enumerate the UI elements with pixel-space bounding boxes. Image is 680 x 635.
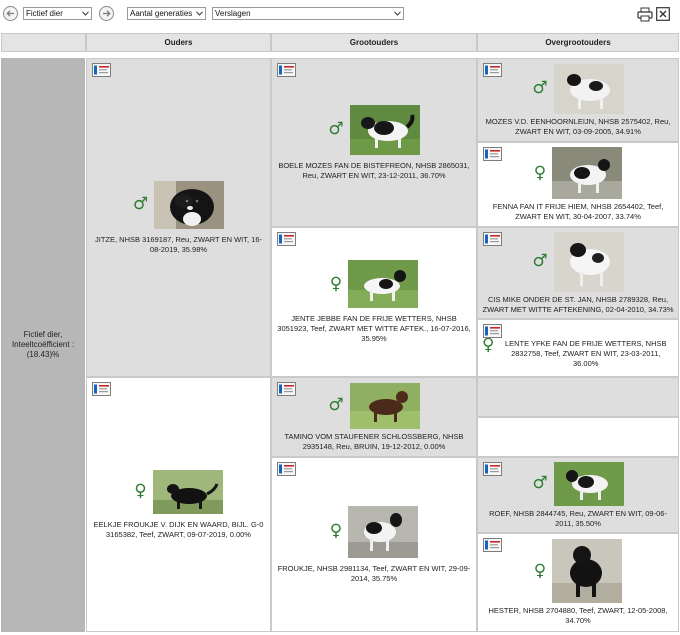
grandparent-caption: FROUKJE, NHSB 2981134, Teef, ZWART EN WI… (277, 563, 471, 583)
greatgrandparent-cell-empty (477, 417, 679, 457)
print-button[interactable] (637, 7, 653, 24)
reports-select[interactable]: Verslagen (212, 7, 404, 20)
dog-photo[interactable] (349, 382, 420, 429)
pedigree-card-icon[interactable] (483, 324, 502, 338)
grandparent-caption: JENTE JEBBE FAN DE FRIJE WETTERS, NHSB 3… (277, 314, 471, 343)
dog-photo[interactable] (552, 147, 623, 199)
male-icon: ♂ (532, 473, 548, 493)
header-grandparents: Grootouders (271, 33, 477, 52)
arrow-left-icon (6, 10, 14, 17)
grandparent-cell: ♀ JENTE JEBBE FAN DE FRIJE WETTERS, NHSB… (271, 227, 477, 377)
header-greatgrandparents: Overgrootouders (477, 33, 679, 52)
greatgrandparent-caption: CIS MIKE ONDER DE ST. JAN, NHSB 2789328,… (482, 294, 674, 314)
back-arrow-button[interactable] (3, 6, 18, 21)
male-icon: ♂ (328, 395, 344, 415)
female-icon: ♀ (329, 521, 343, 541)
dog-photo[interactable] (152, 469, 223, 514)
greatgrandparent-cell: ♂ MOZES V.D. EENHOORNLEIJN, NHSB 2575402… (477, 58, 679, 142)
grandparent-cell: ♀ FROUKJE, NHSB 2981134, Teef, ZWART EN … (271, 457, 477, 632)
subject-cell: Fictief dier, Inteeltcoëfficient : (18.4… (1, 58, 85, 632)
greatgrandparent-cell-empty (477, 377, 679, 417)
header-parents: Ouders (86, 33, 271, 52)
toolbar: Fictief dier Aantal generaties Verslagen (0, 0, 680, 28)
dog-photo[interactable] (553, 63, 624, 114)
grandparent-caption: TAMINO VOM STAUFENER SCHLOSSBERG, NHSB 2… (284, 431, 464, 451)
greatgrandparent-cell: ♂ CIS MIKE ONDER DE ST. JAN, NHSB 278932… (477, 227, 679, 319)
female-icon: ♀ (533, 560, 547, 581)
reports-select-value: Verslagen (215, 9, 251, 18)
forward-arrow-button[interactable] (99, 6, 114, 21)
subject-select[interactable]: Fictief dier (23, 7, 92, 20)
pedigree-card-icon[interactable] (483, 63, 502, 77)
female-icon: ♀ (533, 162, 547, 183)
greatgrandparent-cell: ♀ FENNA FAN IT FRIJE HIEM, NHSB 2654402,… (477, 142, 679, 227)
male-icon: ♂ (328, 119, 344, 139)
printer-icon (637, 7, 653, 22)
greatgrandparent-caption: FENNA FAN IT FRIJE HIEM, NHSB 2654402, T… (492, 202, 664, 221)
generations-select-value: Aantal generaties (130, 9, 193, 18)
dog-photo[interactable] (348, 505, 419, 558)
grandparent-cell: ♂ BOELE MOZES FAN DE BISTEFREON, NHSB 28… (271, 58, 477, 227)
parent-caption: EELKJE FROUKJE V. DIJK EN WAARD, BIJL. G… (93, 519, 264, 539)
pedigree-card-icon[interactable] (483, 147, 502, 161)
arrow-right-icon (103, 10, 111, 17)
greatgrandparent-caption: ROEF, NHSB 2844745, Reu, ZWART EN WIT, 0… (489, 508, 667, 528)
parent-caption: JITZE, NHSB 3169187, Reu, ZWART EN WIT, … (95, 234, 262, 254)
grandparent-caption: BOELE MOZES FAN DE BISTEFREON, NHSB 2865… (278, 160, 470, 180)
pedigree-card-icon[interactable] (483, 232, 502, 246)
greatgrandparent-cell: ♂ ROEF, NHSB 2844745, Reu, ZWART EN WIT,… (477, 457, 679, 533)
greatgrandparent-caption: LENTE YFKE FAN DE FRIJE WETTERS, NHSB 28… (504, 339, 667, 368)
greatgrandparent-caption: MOZES V.D. EENHOORNLEIJN, NHSB 2575402, … (485, 116, 671, 136)
chevron-down-icon (81, 8, 90, 19)
pedigree-card-icon[interactable] (483, 538, 502, 552)
header-empty (1, 33, 86, 52)
pedigree-card-icon[interactable] (92, 63, 111, 77)
dog-photo[interactable] (154, 180, 225, 229)
female-icon: ♀ (134, 481, 147, 501)
chevron-down-icon (393, 8, 402, 19)
chevron-down-icon (195, 8, 204, 19)
pedigree-card-icon[interactable] (277, 63, 296, 77)
dog-photo[interactable] (348, 260, 419, 308)
dog-photo[interactable] (553, 231, 624, 292)
female-icon: ♀ (329, 273, 343, 294)
subject-select-value: Fictief dier (26, 9, 63, 18)
pedigree-card-icon[interactable] (277, 232, 296, 246)
subject-label: Fictief dier, Inteeltcoëfficient : (18.4… (11, 330, 75, 359)
parent-cell-father: ♂ JITZE, NHSB 3169187, Reu, ZWART EN WIT… (86, 58, 271, 377)
generations-select[interactable]: Aantal generaties (127, 7, 206, 20)
pedigree-card-icon[interactable] (483, 462, 502, 476)
dog-photo[interactable] (553, 461, 624, 506)
dog-photo[interactable] (349, 104, 420, 155)
pedigree-card-icon[interactable] (277, 382, 296, 396)
parent-cell-mother: ♀ EELKJE FROUKJE V. DIJK EN WAARD, BIJL.… (86, 377, 271, 632)
male-icon: ♂ (132, 194, 149, 214)
male-icon: ♂ (532, 78, 548, 98)
pedigree-card-icon[interactable] (92, 382, 111, 396)
dog-photo[interactable] (552, 539, 623, 603)
close-button[interactable] (656, 7, 670, 23)
greatgrandparent-cell: ♀ LENTE YFKE FAN DE FRIJE WETTERS, NHSB … (477, 319, 679, 377)
close-icon (656, 7, 670, 21)
greatgrandparent-cell: ♀ HESTER, NHSB 2704880, Teef, ZWART, 12-… (477, 533, 679, 632)
greatgrandparent-caption: HESTER, NHSB 2704880, Teef, ZWART, 12-05… (488, 606, 668, 625)
male-icon: ♂ (532, 251, 548, 271)
grandparent-cell: ♂ TAMINO VOM STAUFENER SCHLOSSBERG, NHSB… (271, 377, 477, 457)
pedigree-card-icon[interactable] (277, 462, 296, 476)
female-icon: ♀ (482, 335, 495, 355)
